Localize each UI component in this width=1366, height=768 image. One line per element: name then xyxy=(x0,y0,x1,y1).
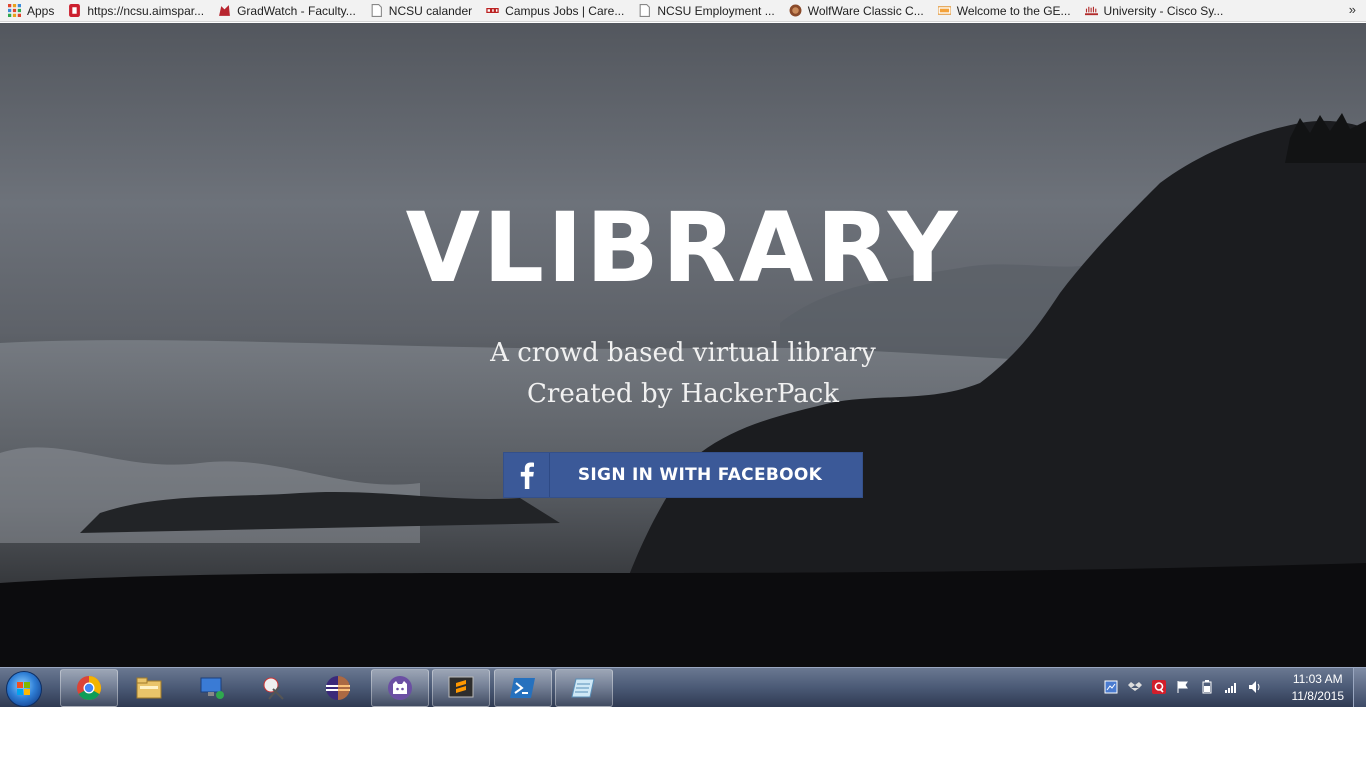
bookmark-label: NCSU Employment ... xyxy=(657,3,775,18)
wolf-icon xyxy=(219,5,230,16)
gem-icon xyxy=(937,6,951,15)
clock-time: 11:03 AM xyxy=(1292,672,1343,686)
bookmark-gradwatch[interactable]: GradWatch - Faculty... xyxy=(210,0,362,21)
bookmarks-overflow-button[interactable]: » xyxy=(1349,0,1356,21)
bookmark-campus-jobs[interactable]: Campus Jobs | Care... xyxy=(478,0,630,21)
windows-logo-icon xyxy=(17,682,30,695)
wifi-signal-icon[interactable] xyxy=(1224,680,1238,694)
tagline: A crowd based virtual library xyxy=(490,338,876,368)
power-icon[interactable] xyxy=(1200,680,1214,694)
clock-date: 11/8/2015 xyxy=(1291,689,1345,703)
start-button[interactable] xyxy=(6,671,42,707)
cisco-icon xyxy=(1084,6,1098,16)
apps-grid-icon xyxy=(8,4,21,17)
show-desktop-button[interactable] xyxy=(1353,668,1366,707)
bookmark-label: https://ncsu.aimspar... xyxy=(87,3,205,18)
windows-taskbar: 11:03 AM 11/8/2015 xyxy=(0,667,1366,707)
bookmark-cisco[interactable]: University - Cisco Sy... xyxy=(1077,0,1230,21)
credits-text: Created by HackerPack xyxy=(527,379,839,409)
cdc-icon xyxy=(486,7,500,14)
bookmark-gem[interactable]: Welcome to the GE... xyxy=(930,0,1077,21)
bookmark-label: GradWatch - Faculty... xyxy=(237,3,356,18)
bookmark-ncsu-calendar[interactable]: NCSU calander xyxy=(362,0,478,21)
ncsu-icon xyxy=(69,4,81,17)
network-monitor-icon[interactable] xyxy=(1104,680,1118,694)
taskbar-github[interactable] xyxy=(371,669,429,707)
quicktime-icon[interactable] xyxy=(1152,680,1166,694)
bookmark-label: Welcome to the GE... xyxy=(956,3,1071,18)
page-icon xyxy=(371,4,382,17)
github-icon xyxy=(388,676,412,700)
volume-icon[interactable] xyxy=(1248,680,1262,694)
taskbar-file-explorer[interactable] xyxy=(120,669,178,707)
bookmark-label: Apps xyxy=(27,3,55,18)
facebook-icon xyxy=(504,453,550,497)
taskbar-remote-desktop[interactable] xyxy=(183,669,241,707)
taskbar-powershell[interactable] xyxy=(494,669,552,707)
bookmark-wolfware[interactable]: WolfWare Classic C... xyxy=(781,0,930,21)
wolfware-icon xyxy=(789,4,802,17)
snipping-tool-icon xyxy=(263,677,284,700)
action-center-flag-icon[interactable] xyxy=(1176,680,1190,694)
taskbar-chrome[interactable] xyxy=(60,669,118,707)
taskbar-eclipse[interactable] xyxy=(309,669,367,707)
notepad-icon xyxy=(571,678,595,698)
bookmark-label: NCSU calander xyxy=(388,3,473,18)
page-icon xyxy=(639,4,651,17)
bookmark-ncsu-aimspark[interactable]: https://ncsu.aimspar... xyxy=(60,0,210,21)
bookmarks-bar: Apps https://ncsu.aimspar... GradWatch -… xyxy=(0,0,1366,22)
system-tray: 11:03 AM 11/8/2015 xyxy=(1104,668,1366,707)
taskbar-notepad[interactable] xyxy=(555,669,613,707)
taskbar-sublime-text[interactable] xyxy=(432,669,490,707)
powershell-icon xyxy=(510,678,535,698)
file-explorer-icon xyxy=(136,677,162,699)
bookmark-label: Campus Jobs | Care... xyxy=(505,3,625,18)
bookmark-label: University - Cisco Sy... xyxy=(1103,3,1224,18)
system-clock[interactable]: 11:03 AM 11/8/2015 xyxy=(1292,671,1345,705)
app-title: VLIBRARY xyxy=(405,192,961,304)
bookmark-apps[interactable]: Apps xyxy=(0,0,60,21)
chrome-icon xyxy=(77,676,102,701)
remote-desktop-icon xyxy=(200,677,224,699)
facebook-signin-label: SIGN IN WITH FACEBOOK xyxy=(577,465,823,485)
hero-section: VLIBRARY A crowd based virtual library C… xyxy=(0,23,1366,667)
sublime-text-icon xyxy=(448,676,474,698)
dropbox-icon[interactable] xyxy=(1128,680,1142,694)
bookmark-label: WolfWare Classic C... xyxy=(807,3,924,18)
taskbar-snipping-tool[interactable] xyxy=(246,669,304,707)
eclipse-icon xyxy=(326,676,350,700)
bookmark-ncsu-employment[interactable]: NCSU Employment ... xyxy=(630,0,780,21)
facebook-signin-button[interactable]: SIGN IN WITH FACEBOOK xyxy=(503,452,863,498)
